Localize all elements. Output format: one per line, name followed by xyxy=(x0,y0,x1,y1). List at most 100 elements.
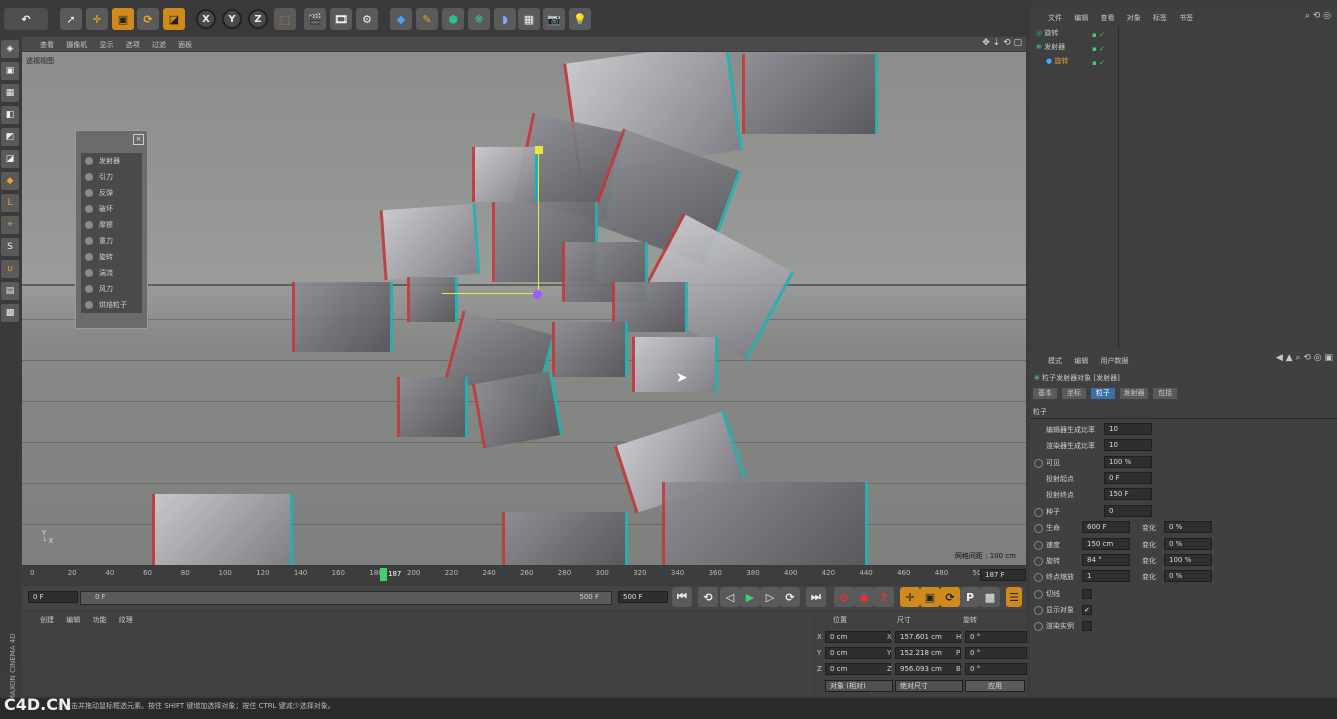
render-birthrate-input[interactable]: 10 xyxy=(1104,439,1152,451)
key-param-icon[interactable]: P xyxy=(960,587,980,607)
x-axis-handle[interactable] xyxy=(442,293,538,294)
points-mode-icon[interactable]: ◩ xyxy=(1,128,19,146)
z-axis-icon[interactable]: Z xyxy=(248,9,268,29)
viewport-canvas[interactable]: 透视视图 网格间距 : 100 cm Y └ X ➤ xyxy=(22,52,1026,565)
size-mode-dropdown[interactable]: 绝对尺寸 xyxy=(895,680,963,692)
next-frame-icon[interactable]: ▷ xyxy=(760,587,780,607)
palette-close-icon[interactable]: × xyxy=(133,134,144,145)
edges-mode-icon[interactable]: ◪ xyxy=(1,150,19,168)
lifetime-variation-input[interactable]: 0 % xyxy=(1164,521,1212,533)
texture-mode-icon[interactable]: ▦ xyxy=(1,84,19,102)
speed-variation-input[interactable]: 0 % xyxy=(1164,538,1212,550)
y-axis-handle[interactable] xyxy=(538,152,539,292)
key-pla-icon[interactable]: ▩ xyxy=(980,587,1000,607)
palette-friction[interactable]: 摩擦 xyxy=(81,217,142,233)
viewport-menu-options[interactable]: 选项 xyxy=(126,41,140,49)
check-show-objects[interactable]: 显示对象 ✓ xyxy=(1032,603,1332,617)
tangential-checkbox[interactable] xyxy=(1082,589,1092,599)
om-search-icon[interactable]: ⌕ ⟲ ◎ xyxy=(1305,11,1331,21)
y-axis-knob[interactable] xyxy=(535,146,543,154)
viewport-menu-view[interactable]: 查看 xyxy=(40,41,54,49)
record-icon[interactable]: ⊘ xyxy=(834,587,854,607)
tab-particle[interactable]: 粒子 xyxy=(1091,388,1115,399)
am-nav-icons[interactable]: ◀ ▲ ⌕ ⟲ ◎ ▣ xyxy=(1276,353,1333,363)
play-icon[interactable]: ▶ xyxy=(740,587,760,607)
recent-tool-icon[interactable]: ◪ xyxy=(163,8,185,30)
object-mode-icon[interactable]: ▣ xyxy=(1,62,19,80)
deformer-icon[interactable]: ◗ xyxy=(494,8,516,30)
pos-x-field[interactable]: 0 cm xyxy=(825,631,891,643)
playhead[interactable] xyxy=(380,568,387,581)
next-key-icon[interactable]: ⟳ xyxy=(780,587,800,607)
am-menu-userdata[interactable]: 用户数据 xyxy=(1100,357,1128,365)
snap-icon[interactable]: S xyxy=(1,238,19,256)
palette-bake-particles[interactable]: 烘焙粒子 xyxy=(81,297,142,313)
tab-coord[interactable]: 坐标 xyxy=(1062,388,1086,399)
om-menu-view[interactable]: 查看 xyxy=(1100,14,1114,22)
visibility-input[interactable]: 100 % xyxy=(1104,456,1152,468)
polygons-mode-icon[interactable]: ◆ xyxy=(1,172,19,190)
camera-icon[interactable]: 📷 xyxy=(543,8,565,30)
viewport-menu-display[interactable]: 显示 xyxy=(99,41,113,49)
viewport-menu-panel[interactable]: 面板 xyxy=(178,41,192,49)
cube-icon[interactable]: ◆ xyxy=(390,8,412,30)
floor-icon[interactable]: ▦ xyxy=(518,8,540,30)
rot-p-field[interactable]: 0 ° xyxy=(965,647,1027,659)
om-object-row[interactable]: ● 旋转 xyxy=(1046,56,1068,66)
palette-wind[interactable]: 风力 xyxy=(81,281,142,297)
pos-y-field[interactable]: 0 cm xyxy=(825,647,891,659)
end-scale-variation-input[interactable]: 0 % xyxy=(1164,570,1212,582)
coord-system-icon[interactable]: ⬚ xyxy=(274,8,296,30)
autokey-icon[interactable]: ◉ xyxy=(854,587,874,607)
scale-icon[interactable]: ▣ xyxy=(112,8,134,30)
seed-input[interactable]: 0 xyxy=(1104,505,1152,517)
x-axis-icon[interactable]: X xyxy=(196,9,216,29)
apply-button[interactable]: 应用 xyxy=(965,680,1025,692)
array-icon[interactable]: ❋ xyxy=(468,8,490,30)
y-axis-icon[interactable]: Y xyxy=(222,9,242,29)
material-menu-edit[interactable]: 编辑 xyxy=(66,616,80,624)
render-picture-queue-icon[interactable]: 🎞 xyxy=(330,8,352,30)
material-menu-texture[interactable]: 纹理 xyxy=(119,616,133,624)
om-menu-file[interactable]: 文件 xyxy=(1048,14,1062,22)
palette-emitter[interactable]: 发射器 xyxy=(81,153,142,169)
tab-include[interactable]: 包括 xyxy=(1153,388,1177,399)
origin-knob[interactable] xyxy=(533,290,542,299)
end-scale-input[interactable]: 1 xyxy=(1082,570,1130,582)
check-tangential[interactable]: 切线 xyxy=(1032,587,1332,601)
rotation-input[interactable]: 84 ° xyxy=(1082,554,1130,566)
timeline-ruler[interactable]: 0 20 40 60 80 100 120 140 160 180 200 220 240 260 280 3… xyxy=(22,567,1026,583)
palette-turbulence[interactable]: 湍流 xyxy=(81,265,142,281)
key-scale-icon[interactable]: ▣ xyxy=(920,587,940,607)
stop-emission-input[interactable]: 150 F xyxy=(1104,488,1152,500)
viewport-menu-filter[interactable]: 过滤 xyxy=(152,41,166,49)
palette-deflector[interactable]: 反弹 xyxy=(81,185,142,201)
model-mode-icon[interactable]: ◈ xyxy=(1,40,19,58)
om-menu-tags[interactable]: 标签 xyxy=(1153,14,1167,22)
tweak-icon[interactable]: ⌖ xyxy=(1,216,19,234)
palette-destructor[interactable]: 破坏 xyxy=(81,201,142,217)
key-position-icon[interactable]: ✛ xyxy=(900,587,920,607)
rot-b-field[interactable]: 0 ° xyxy=(965,663,1027,675)
render-instances-checkbox[interactable] xyxy=(1082,621,1092,631)
editor-birthrate-input[interactable]: 10 xyxy=(1104,423,1152,435)
workplane-icon[interactable]: ◧ xyxy=(1,106,19,124)
keyframe-selection-icon[interactable]: ? xyxy=(874,587,894,607)
tab-basic[interactable]: 基本 xyxy=(1033,388,1057,399)
light-icon[interactable]: 💡 xyxy=(569,8,591,30)
timeline-menu-icon[interactable]: ☰ xyxy=(1006,587,1022,607)
check-render-instances[interactable]: 渲染实例 xyxy=(1032,619,1332,633)
coord-mode-dropdown[interactable]: 对象 (相对) xyxy=(825,680,893,692)
rotation-variation-input[interactable]: 100 % xyxy=(1164,554,1212,566)
pos-z-field[interactable]: 0 cm xyxy=(825,663,891,675)
grid-snap-icon[interactable]: ▩ xyxy=(1,304,19,322)
prev-frame-icon[interactable]: ◁ xyxy=(720,587,740,607)
start-emission-input[interactable]: 0 F xyxy=(1104,472,1152,484)
key-rotation-icon[interactable]: ⟳ xyxy=(940,587,960,607)
render-settings-icon[interactable]: ⚙ xyxy=(356,8,378,30)
palette-gravity[interactable]: 重力 xyxy=(81,233,142,249)
viewport-menu-camera[interactable]: 摄像机 xyxy=(66,41,87,49)
size-z-field[interactable]: 956.093 cm xyxy=(895,663,961,675)
speed-input[interactable]: 150 cm xyxy=(1082,538,1130,550)
move-icon[interactable]: ✛ xyxy=(86,8,108,30)
